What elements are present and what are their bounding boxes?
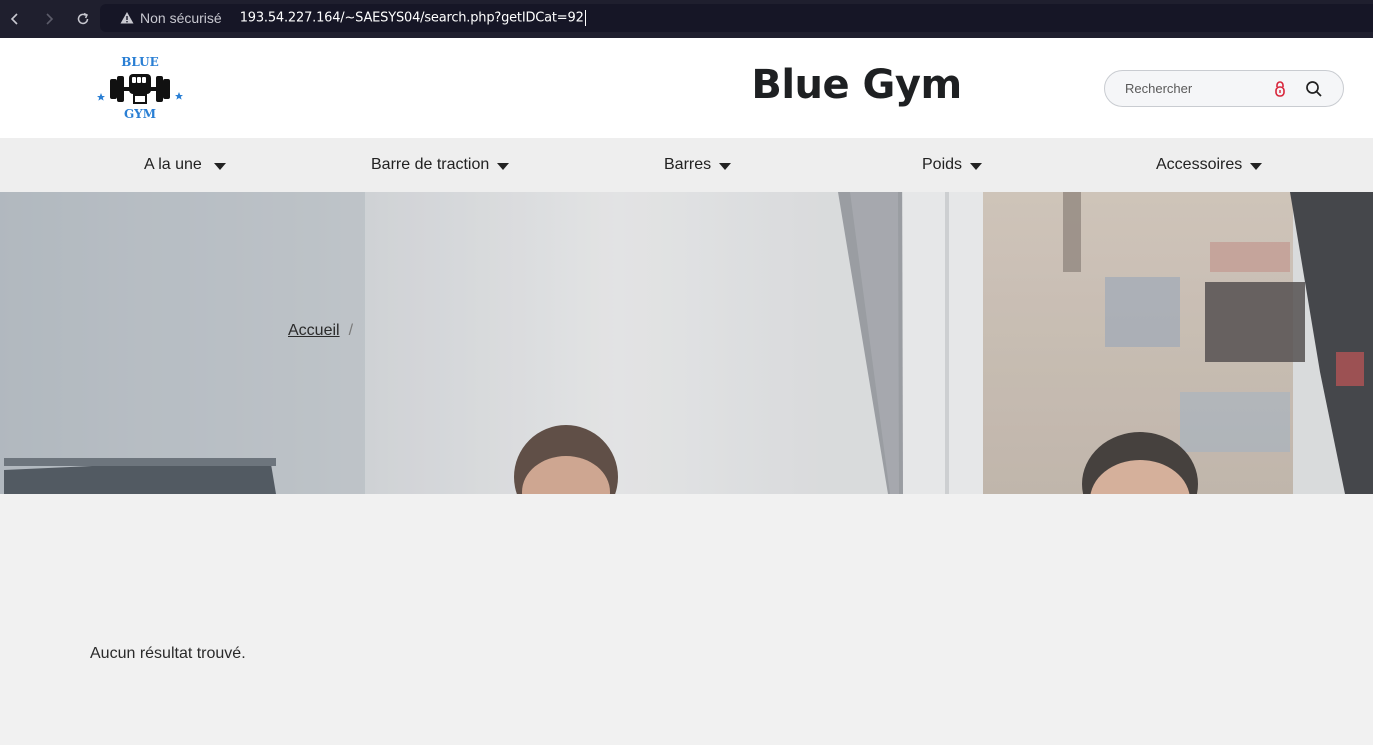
back-button[interactable]	[4, 8, 26, 30]
caret-down-icon	[1250, 162, 1263, 170]
password-manager-icon[interactable]	[1273, 80, 1287, 98]
search-icon[interactable]	[1305, 80, 1323, 98]
menu-item-accessoires[interactable]: Accessoires	[1156, 138, 1263, 192]
caret-down-icon	[970, 162, 983, 170]
breadcrumb-home-link[interactable]: Accueil	[288, 322, 340, 340]
menu-item-barres[interactable]: Barres	[664, 138, 732, 192]
menu-item-label: A la une	[144, 156, 202, 173]
warning-icon	[120, 12, 134, 24]
menu-item-label: Poids	[922, 156, 963, 173]
security-indicator[interactable]: Non sécurisé	[120, 10, 222, 26]
search-input[interactable]	[1105, 81, 1255, 96]
hero-background-image	[0, 192, 1373, 494]
caret-down-icon	[719, 162, 732, 170]
forward-button[interactable]	[38, 8, 60, 30]
menu-item-a-la-une[interactable]: A la une	[144, 138, 226, 192]
browser-toolbar: Non sécurisé 193.54.227.164/~SAESYS04/se…	[0, 0, 1373, 38]
logo-text-bottom: GYM	[124, 107, 156, 121]
menu-item-label: Accessoires	[1156, 156, 1243, 173]
search-results: Aucun résultat trouvé.	[0, 494, 1373, 745]
reload-button[interactable]	[72, 8, 94, 30]
chevron-right-icon	[46, 13, 54, 25]
breadcrumb-separator: /	[348, 322, 354, 339]
menu-item-barre-de-traction[interactable]: Barre de traction	[371, 138, 510, 192]
main-menu: A la une Barre de traction Barres Poids …	[0, 138, 1373, 192]
menu-item-poids[interactable]: Poids	[922, 138, 983, 192]
url-text[interactable]: 193.54.227.164/~SAESYS04/search.php?getI…	[240, 10, 586, 26]
search-form	[1104, 70, 1344, 107]
menu-item-label: Barre de traction	[371, 156, 490, 173]
reload-icon	[77, 12, 89, 25]
caret-down-icon	[213, 162, 226, 170]
site-header: BLUE GYM Blue Gym	[0, 38, 1373, 138]
menu-item-label: Barres	[664, 156, 712, 173]
no-results-message: Aucun résultat trouvé.	[90, 645, 246, 662]
address-bar[interactable]: Non sécurisé 193.54.227.164/~SAESYS04/se…	[100, 4, 1373, 32]
chevron-left-icon	[10, 13, 18, 25]
breadcrumb: Accueil /	[288, 322, 353, 340]
caret-down-icon	[497, 162, 510, 170]
security-label: Non sécurisé	[140, 10, 222, 26]
hero-banner: Accueil /	[0, 192, 1373, 494]
